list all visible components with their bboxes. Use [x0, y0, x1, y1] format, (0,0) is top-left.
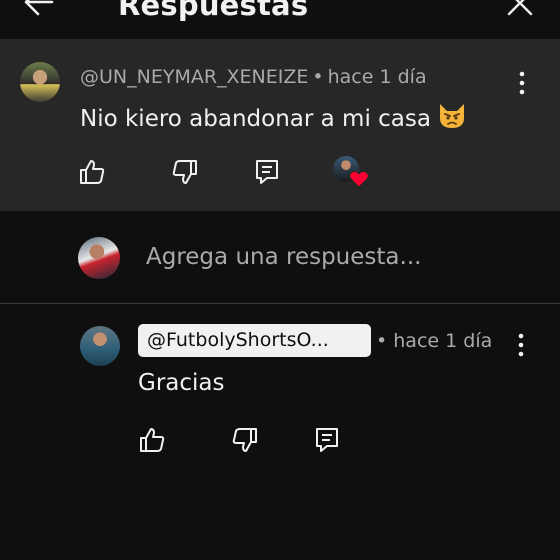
parent-comment: @UN_NEYMAR_XENEIZE • hace 1 día Nio kiero …: [0, 40, 560, 211]
comment-author[interactable]: @UN_NEYMAR_XENEIZE: [80, 66, 308, 88]
dislike-icon[interactable]: [231, 426, 259, 454]
meta-separator: •: [312, 66, 324, 88]
comment-author-chip[interactable]: @FutbolyShortsO...: [138, 324, 371, 357]
heart-icon: [349, 170, 369, 188]
reply-icon[interactable]: [253, 158, 281, 186]
comment-meta: • hace 1 día: [376, 330, 492, 352]
comment-text-body: Nio kiero abandonar a mi casa: [80, 106, 431, 132]
arrow-left-icon[interactable]: [18, 0, 54, 16]
like-icon[interactable]: [78, 158, 106, 186]
avatar[interactable]: [80, 326, 120, 366]
close-icon[interactable]: [505, 0, 535, 16]
comment-time: hace 1 día: [327, 66, 427, 88]
more-options-icon[interactable]: [512, 70, 532, 96]
comment-time: hace 1 día: [393, 330, 493, 352]
comment-text: Gracias: [138, 370, 225, 396]
creator-heart-badge: [333, 156, 369, 190]
add-reply-input[interactable]: Agrega una respuesta...: [146, 244, 421, 270]
meta-separator: •: [376, 330, 388, 352]
comment-text: Nio kiero abandonar a mi casa: [80, 102, 467, 132]
pouting-cat-emoji-icon: [439, 104, 464, 128]
replies-screen: Respuestas @UN_NEYMAR_XENEIZE • hace 1 día…: [0, 0, 560, 560]
avatar: [78, 237, 120, 279]
more-options-icon[interactable]: [511, 332, 531, 358]
reply-icon[interactable]: [313, 426, 341, 454]
avatar[interactable]: [20, 62, 60, 102]
replies-header: Respuestas: [0, 0, 560, 40]
page-title: Respuestas: [118, 0, 309, 22]
like-icon[interactable]: [138, 426, 166, 454]
comment-meta: @UN_NEYMAR_XENEIZE • hace 1 día: [80, 66, 427, 88]
reply-comment: @FutbolyShortsO... • hace 1 día Gracias: [0, 304, 560, 560]
dislike-icon[interactable]: [171, 158, 199, 186]
add-reply-row[interactable]: Agrega una respuesta...: [0, 211, 560, 303]
